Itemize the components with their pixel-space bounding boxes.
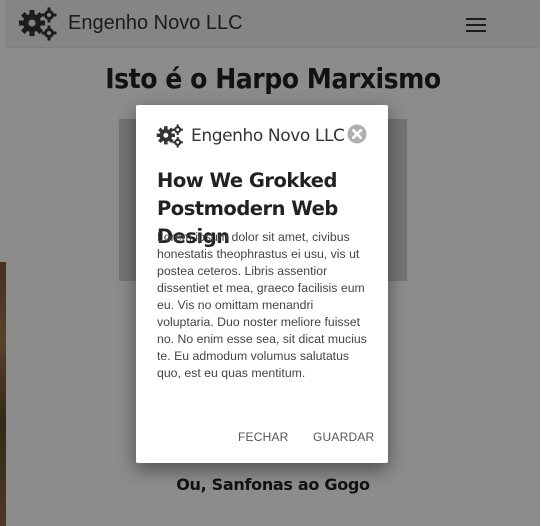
close-button[interactable]: FECHAR [238,430,289,444]
modal-dialog: Engenho Novo LLC How We Grokked Postmode… [136,105,388,463]
modal-body-text: Lorem ipsum dolor sit amet, civibus hone… [157,230,367,380]
modal-brand: Engenho Novo LLC [191,126,345,146]
save-button[interactable]: GUARDAR [313,430,374,444]
close-icon[interactable] [347,124,367,144]
gears-icon [156,124,183,148]
